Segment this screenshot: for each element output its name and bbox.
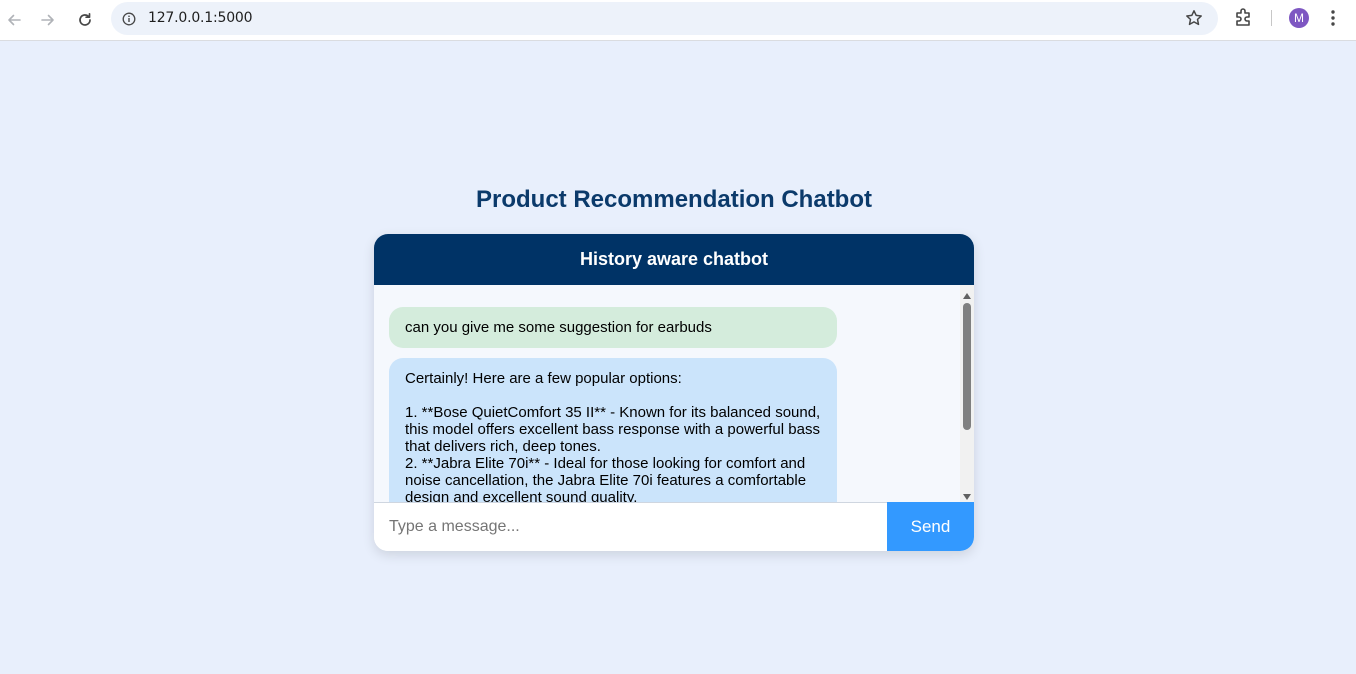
toolbar-divider xyxy=(1271,10,1272,26)
site-info-icon[interactable] xyxy=(120,10,137,27)
reload-icon xyxy=(77,12,93,28)
chat-header: History aware chatbot xyxy=(374,234,974,285)
back-arrow-icon xyxy=(6,12,22,28)
browser-toolbar: 127.0.0.1:5000 M xyxy=(0,0,1356,41)
scroll-down-arrow-icon[interactable] xyxy=(962,489,972,500)
url-text[interactable]: 127.0.0.1:5000 xyxy=(148,10,253,26)
chat-window: History aware chatbot can you give me so… xyxy=(374,234,974,551)
scrollbar-thumb[interactable] xyxy=(963,303,971,430)
page-title: Product Recommendation Chatbot xyxy=(475,186,872,213)
forward-arrow-icon xyxy=(40,12,56,28)
message-input[interactable] xyxy=(374,503,887,551)
more-vert-icon[interactable] xyxy=(1321,6,1345,35)
back-button[interactable] xyxy=(0,6,28,34)
message-input-row: Send xyxy=(374,502,974,551)
send-button[interactable]: Send xyxy=(887,502,974,551)
bot-message: Certainly! Here are a few popular option… xyxy=(389,358,837,502)
reload-button[interactable] xyxy=(71,6,99,34)
user-message: can you give me some suggestion for earb… xyxy=(389,307,837,348)
extensions-icon[interactable] xyxy=(1233,6,1255,33)
chat-messages[interactable]: can you give me some suggestion for earb… xyxy=(374,285,960,502)
scroll-up-arrow-icon[interactable] xyxy=(962,288,972,299)
forward-button[interactable] xyxy=(34,6,62,34)
address-bar[interactable]: 127.0.0.1:5000 xyxy=(111,2,1218,35)
bookmark-star-icon[interactable] xyxy=(1184,8,1204,33)
chat-scrollbar[interactable] xyxy=(960,285,974,502)
profile-avatar[interactable]: M xyxy=(1289,8,1309,28)
